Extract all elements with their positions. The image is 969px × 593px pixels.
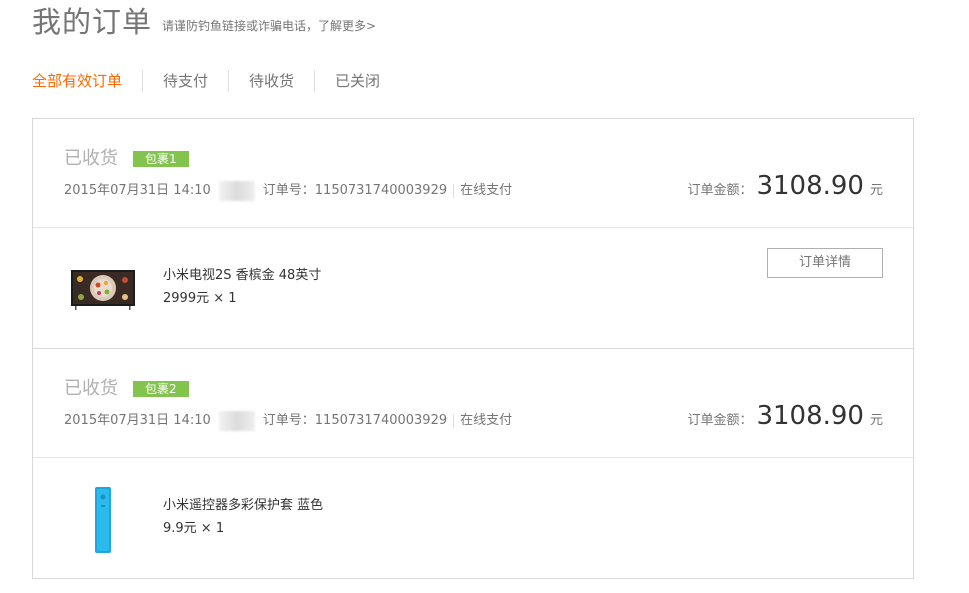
order-meta: 2015年07月31日 14:10 订单号： 1150731740003929 … bbox=[64, 411, 512, 431]
phishing-notice-link[interactable]: 请谨防钓鱼链接或诈骗电话，了解更多> bbox=[162, 17, 376, 40]
order-amount: 订单金额： 3108.90 元 bbox=[687, 401, 883, 431]
amount-label: 订单金额： bbox=[687, 413, 753, 428]
product-name[interactable]: 小米电视2S 香槟金 48英寸 bbox=[163, 267, 321, 285]
order-list: 已收货 包裹1 2015年07月31日 14:10 订单号： 115073174… bbox=[32, 118, 914, 579]
order-filter-tabs: 全部有效订单 待支付 待收货 已关闭 bbox=[32, 70, 400, 92]
order-number: 1150731740003929 bbox=[314, 183, 448, 198]
package-badge: 包裹1 bbox=[133, 151, 189, 167]
order-meta: 2015年07月31日 14:10 订单号： 1150731740003929 … bbox=[64, 181, 512, 201]
product-name[interactable]: 小米遥控器多彩保护套 蓝色 bbox=[163, 497, 323, 515]
product-price: 2999元 × 1 bbox=[163, 291, 237, 306]
order-items: 小米电视2S 香槟金 48英寸 2999元 × 1 订单详情 bbox=[33, 228, 913, 348]
amount-unit: 元 bbox=[869, 413, 883, 428]
amount-value: 3108.90 bbox=[756, 401, 864, 431]
order-number-label: 订单号： bbox=[262, 183, 315, 198]
package-badge: 包裹2 bbox=[133, 381, 189, 397]
amount-label: 订单金额： bbox=[687, 183, 753, 198]
order-status: 已收货 bbox=[64, 148, 118, 169]
order-number-label: 订单号： bbox=[262, 413, 315, 428]
order-header: 已收货 包裹2 2015年07月31日 14:10 订单号： 115073174… bbox=[33, 349, 913, 458]
order-amount: 订单金额： 3108.90 元 bbox=[687, 171, 883, 201]
tab-closed[interactable]: 已关闭 bbox=[314, 70, 400, 92]
amount-value: 3108.90 bbox=[756, 171, 864, 201]
tab-pending-payment[interactable]: 待支付 bbox=[142, 70, 228, 92]
page-title: 我的订单 bbox=[32, 5, 153, 39]
tv-image[interactable] bbox=[70, 265, 136, 315]
order-date: 2015年07月31日 14:10 bbox=[64, 413, 211, 428]
tab-pending-receipt[interactable]: 待收货 bbox=[228, 70, 314, 92]
product-price: 9.9元 × 1 bbox=[163, 521, 225, 536]
order-card: 已收货 包裹2 2015年07月31日 14:10 订单号： 115073174… bbox=[33, 348, 913, 578]
page-header: 我的订单 请谨防钓鱼链接或诈骗电话，了解更多> bbox=[32, 0, 376, 40]
order-header: 已收货 包裹1 2015年07月31日 14:10 订单号： 115073174… bbox=[33, 119, 913, 228]
payment-method: 在线支付 bbox=[460, 183, 513, 198]
order-date: 2015年07月31日 14:10 bbox=[64, 183, 211, 198]
tab-all-valid-orders[interactable]: 全部有效订单 bbox=[32, 70, 142, 92]
order-number: 1150731740003929 bbox=[314, 413, 448, 428]
amount-unit: 元 bbox=[869, 183, 883, 198]
redacted-block bbox=[218, 181, 255, 201]
divider bbox=[453, 414, 455, 428]
order-card: 已收货 包裹1 2015年07月31日 14:10 订单号： 115073174… bbox=[33, 119, 913, 348]
remote-case-image[interactable] bbox=[70, 485, 136, 555]
order-items: 小米遥控器多彩保护套 蓝色 9.9元 × 1 bbox=[33, 458, 913, 578]
order-detail-button[interactable]: 订单详情 bbox=[767, 248, 883, 278]
redacted-block bbox=[218, 411, 255, 431]
order-status: 已收货 bbox=[64, 378, 118, 399]
divider bbox=[453, 184, 455, 198]
payment-method: 在线支付 bbox=[460, 413, 513, 428]
